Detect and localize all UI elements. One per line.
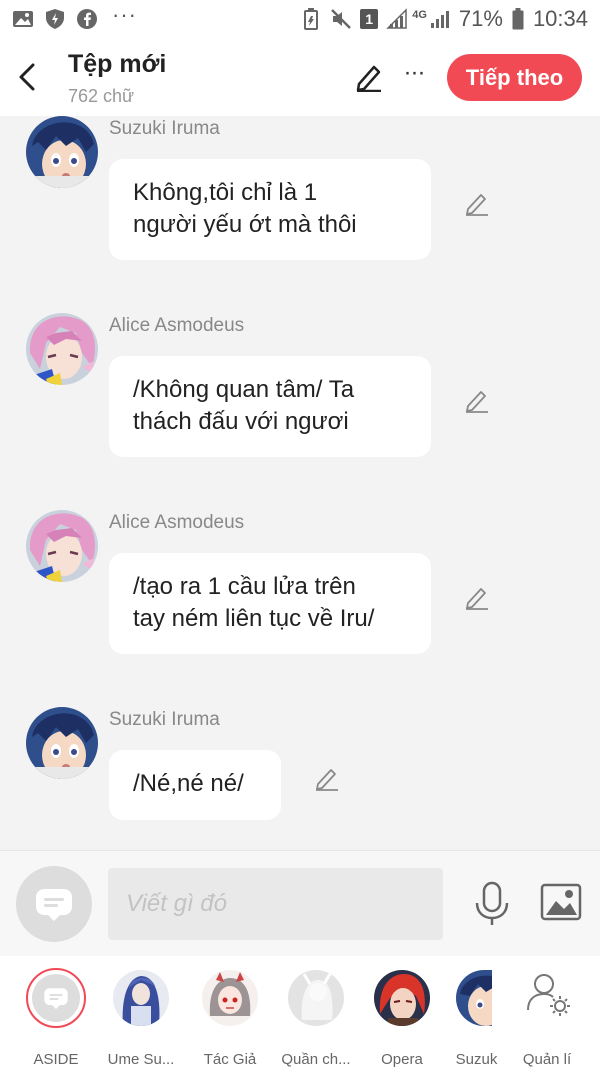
image-icon [540, 883, 582, 921]
edit-message-button[interactable] [312, 763, 342, 793]
back-button[interactable] [14, 60, 40, 94]
character-label: Tác Giả [203, 1051, 257, 1067]
sim-badge-icon: 1 [360, 9, 379, 29]
facebook-icon [76, 8, 98, 30]
pencil-icon [356, 65, 381, 93]
page-title: Tệp mới [68, 50, 167, 78]
gallery-notification-icon [12, 8, 34, 30]
character-avatar [288, 970, 344, 1026]
character-avatar [456, 970, 492, 1026]
battery-saver-icon [300, 8, 322, 30]
clock: 10:34 [532, 6, 588, 31]
character-label: Opera [381, 1051, 423, 1067]
character-ume-su[interactable]: Ume Su... [96, 970, 186, 1067]
chevron-left-icon [19, 63, 35, 91]
avatar-alice-asmodeus[interactable] [26, 510, 98, 582]
edit-message-button[interactable] [462, 188, 492, 218]
message-bubble[interactable]: /Né,né né/ [109, 750, 281, 820]
manage-characters-button[interactable]: Quản lí [502, 970, 592, 1067]
aside-chat-icon [44, 988, 68, 1009]
message-bubble[interactable]: /Không quan tâm/ Ta thách đấu với ngươi [109, 356, 431, 457]
pencil-icon [466, 194, 488, 216]
more-notifications-icon: ··· [112, 2, 137, 27]
signal-icon [386, 8, 408, 30]
message-line: người yếu ớt mà thôi [133, 211, 357, 238]
message-list[interactable]: Suzuki Iruma Không,tôi chỉ là 1 người yế… [0, 116, 600, 850]
avatar-suzuki-iruma[interactable] [26, 116, 98, 188]
battery-icon [511, 8, 525, 30]
avatar-alice-asmodeus[interactable] [26, 313, 98, 385]
manage-characters-icon [524, 970, 580, 1026]
character-avatar [113, 970, 169, 1026]
message-line: Không,tôi chỉ là 1 [133, 179, 318, 206]
shield-icon [44, 8, 66, 30]
character-label: Quần ch... [281, 1051, 351, 1067]
character-quan-chung[interactable]: Quần ch... [271, 970, 361, 1067]
character-aside[interactable]: ASIDE [11, 968, 101, 1067]
message-input[interactable] [108, 868, 443, 940]
message-bubble[interactable]: Không,tôi chỉ là 1 người yếu ớt mà thôi [109, 159, 431, 260]
message-bubble[interactable]: /tạo ra 1 cầu lửa trên tay ném liên tục … [109, 553, 431, 654]
message-line: /Không quan tâm/ Ta [133, 376, 355, 403]
character-avatar [374, 970, 430, 1026]
top-app-bar: Tệp mới 762 chữ ··· Tiếp theo [0, 40, 600, 116]
word-count: 762 chữ [68, 86, 135, 106]
sender-name: Suzuki Iruma [109, 709, 220, 730]
edit-title-button[interactable] [354, 62, 384, 93]
character-avatar [202, 970, 258, 1026]
sender-name: Alice Asmodeus [109, 315, 245, 336]
message-line: thách đấu với ngươi [133, 408, 349, 435]
character-tac-gia[interactable]: Tác Giả [185, 970, 275, 1067]
edit-message-button[interactable] [462, 582, 492, 612]
more-options-button[interactable]: ··· [400, 61, 428, 92]
aside-toggle-button[interactable] [16, 866, 92, 942]
edit-message-button[interactable] [462, 385, 492, 415]
voice-input-button[interactable] [472, 881, 512, 927]
aside-chat-icon [36, 889, 72, 921]
message-line: /Né,né né/ [133, 770, 244, 797]
character-label: Quản lí [522, 1051, 572, 1067]
pencil-icon [316, 769, 338, 791]
status-left-icons: ··· [12, 2, 137, 30]
sender-name: Alice Asmodeus [109, 512, 245, 533]
character-selector: ASIDE Ume Su... Tác Giả Quần ch... Opera… [0, 956, 600, 1067]
insert-image-button[interactable] [540, 883, 584, 923]
pencil-icon [466, 391, 488, 413]
status-bar: ··· 1 4G 71% 10:34 [0, 0, 600, 40]
battery-percent: 71% [458, 6, 503, 31]
compose-bar [0, 850, 600, 956]
character-label: Ume Su... [107, 1051, 175, 1067]
avatar-suzuki-iruma[interactable] [26, 707, 98, 779]
sender-name: Suzuki Iruma [109, 118, 220, 139]
message-line: tay ném liên tục về Iru/ [133, 605, 375, 632]
character-label: ASIDE [33, 1051, 79, 1067]
status-right-icons: 1 4G 71% 10:34 [300, 6, 588, 32]
next-button[interactable]: Tiếp theo [447, 54, 582, 101]
network-type: 4G [412, 9, 427, 21]
aside-avatar [26, 968, 86, 1028]
signal-2-icon [429, 8, 451, 30]
microphone-icon [475, 881, 509, 925]
mute-icon [330, 8, 352, 30]
character-opera[interactable]: Opera [357, 970, 447, 1067]
message-line: /tạo ra 1 cầu lửa trên [133, 573, 356, 600]
pencil-icon [466, 588, 488, 610]
